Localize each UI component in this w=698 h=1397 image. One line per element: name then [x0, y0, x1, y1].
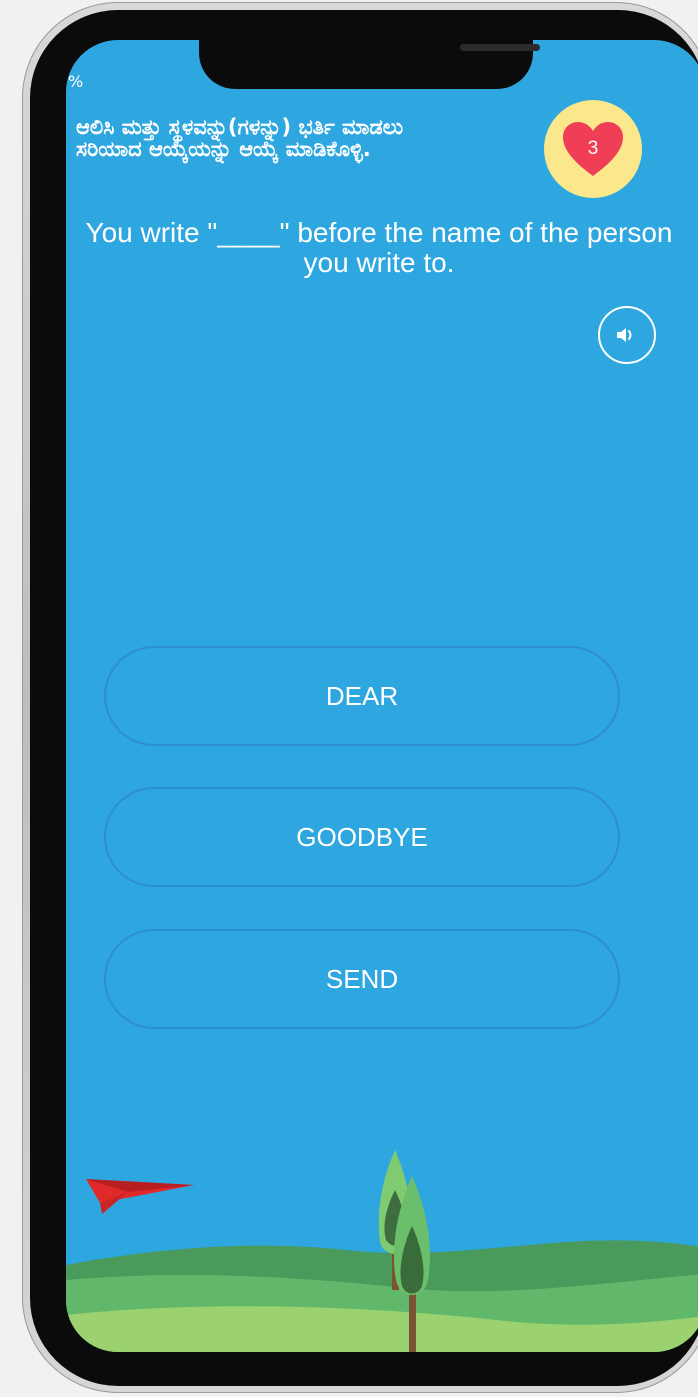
paper-plane-icon	[86, 1179, 194, 1214]
answer-option-send[interactable]: SEND	[104, 929, 620, 1029]
answer-option-goodbye[interactable]: GOODBYE	[104, 787, 620, 887]
landscape-illustration	[66, 1150, 698, 1352]
instruction-text: ಆಲಿಸಿ ಮತ್ತು ಸ್ಥಳವನ್ನು(ಗಳನ್ನು) ಭರ್ತಿ ಮಾಡಲ…	[76, 115, 404, 161]
phone-notch	[199, 40, 540, 89]
lives-badge: 3	[544, 100, 642, 198]
earpiece-speaker	[460, 44, 540, 51]
speaker-icon	[617, 328, 632, 342]
app-screen: % ಆಲಿಸಿ ಮತ್ತು ಸ್ಥಳವನ್ನು(ಗಳನ್ನು) ಭರ್ತಿ ಮಾ…	[66, 40, 698, 1352]
question-text: You write "____" before the name of the …	[85, 217, 673, 278]
play-audio-button[interactable]	[598, 306, 656, 364]
lives-count: 3	[587, 138, 599, 159]
progress-label: %	[68, 72, 84, 91]
answer-option-dear[interactable]: DEAR	[104, 646, 620, 746]
